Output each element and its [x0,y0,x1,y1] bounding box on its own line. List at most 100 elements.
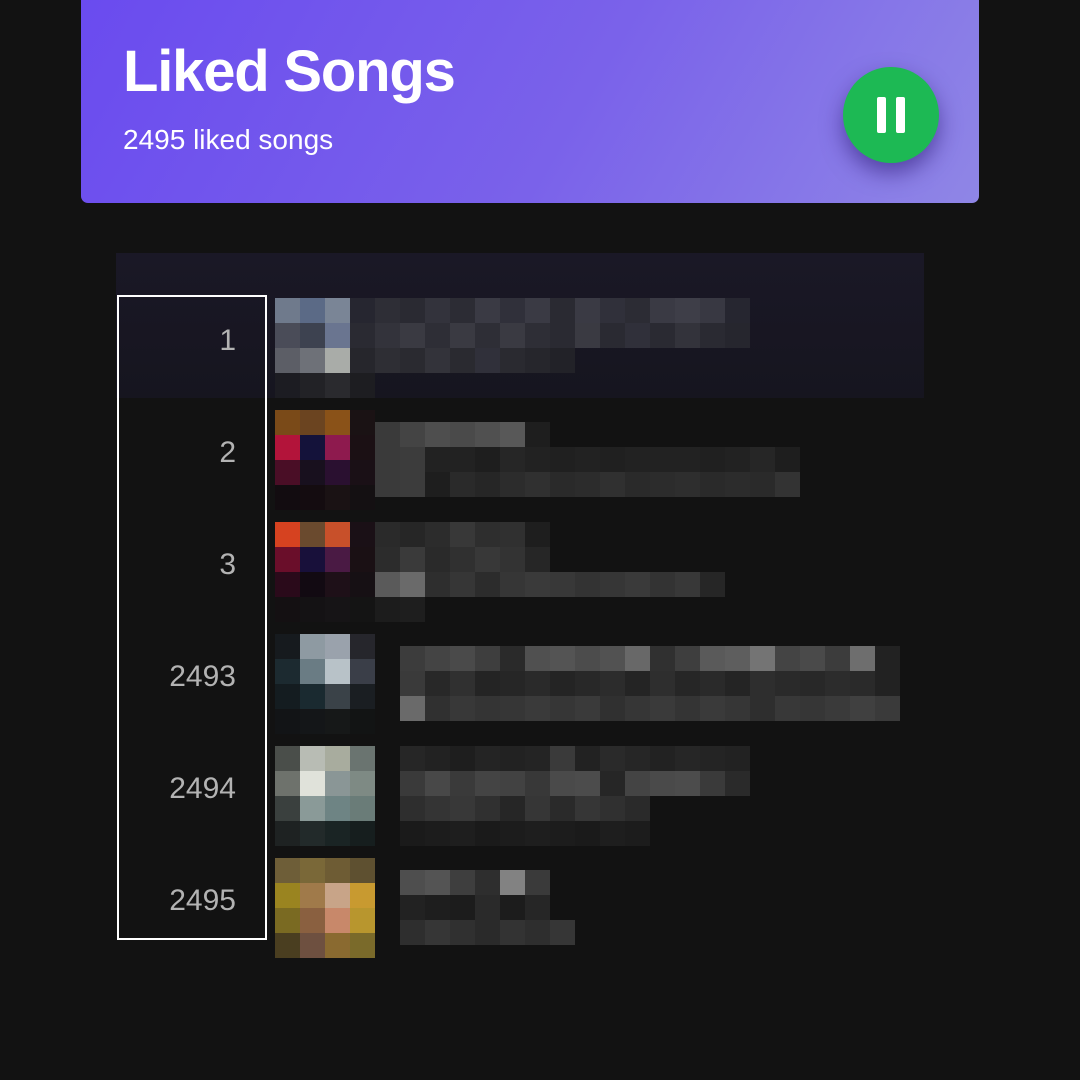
pixelated-text-block [475,547,500,572]
pixelated-text-block [575,472,600,497]
pixelated-text-block [525,646,550,671]
pixelated-text-block [475,472,500,497]
track-list: 1 2 3 2493 2494 2495 [116,253,924,958]
song-count: 2495 liked songs [123,124,334,155]
pixelated-text-block [700,646,725,671]
pixelated-text-block [425,870,450,895]
album-art-pixel [300,709,325,734]
album-art-pixel [325,684,350,709]
pixelated-text-block [400,821,425,846]
pixelated-text-block [525,821,550,846]
pixelated-text-block [525,920,550,945]
pixelated-text-block [725,671,750,696]
album-art-pixel [325,435,350,460]
pixelated-text-block [575,696,600,721]
track-row[interactable]: 3 [116,509,924,622]
pixelated-text-block [525,348,550,373]
pixelated-text-block [475,447,500,472]
album-art-pixel [275,435,300,460]
album-art [275,634,375,734]
album-art-pixel [325,858,350,883]
pixelated-text-block [550,646,575,671]
playlist-header: Liked Songs 2495 liked songs [81,0,979,203]
album-art-pixel [300,522,325,547]
pixelated-text-block [850,696,875,721]
pixelated-text-block [850,646,875,671]
track-row[interactable]: 2494 [116,733,924,846]
album-art-pixel [275,908,300,933]
track-row[interactable]: 1 [116,285,924,398]
album-art-pixel [275,709,300,734]
album-art-pixel [325,410,350,435]
album-art-pixel [300,883,325,908]
pixelated-text-block [425,920,450,945]
album-art-pixel [325,460,350,485]
album-art-pixel [325,709,350,734]
pixelated-text-block [475,895,500,920]
pixelated-text-block [600,771,625,796]
pixelated-text-block [525,298,550,323]
album-art-pixel [275,821,300,846]
pixelated-text-block [750,447,775,472]
pixelated-text-block [675,671,700,696]
pixelated-text-block [750,696,775,721]
pixelated-text-block [675,447,700,472]
pixelated-text-block [550,348,575,373]
pixelated-text-block [625,572,650,597]
pixelated-text-block [650,447,675,472]
pause-button[interactable] [843,67,939,163]
album-art-pixel [275,771,300,796]
pixelated-text-block [700,323,725,348]
pixelated-text-block [500,771,525,796]
pixelated-text-block [425,646,450,671]
pixelated-text-block [475,522,500,547]
pixelated-text-block [400,597,425,622]
album-art-pixel [350,659,375,684]
track-number: 2494 [169,772,236,805]
track-row[interactable]: 2 [116,397,924,510]
pixelated-text-block [825,671,850,696]
pixelated-text-block [600,796,625,821]
pixelated-text-block [500,447,525,472]
pixelated-text-block [525,671,550,696]
pixelated-text-block [400,671,425,696]
pixelated-text-block [500,522,525,547]
pixelated-text-block [600,572,625,597]
pixelated-text-block [600,671,625,696]
pixelated-text-block [550,323,575,348]
pixelated-text-block [675,323,700,348]
album-art [275,746,375,846]
pixelated-text-block [625,746,650,771]
pixelated-text-block [600,447,625,472]
album-art-pixel [325,771,350,796]
pixelated-text-block [400,348,425,373]
pixelated-text-block [600,746,625,771]
pixelated-text-block [425,796,450,821]
album-art-pixel [325,572,350,597]
track-row[interactable]: 2495 [116,845,924,958]
pixelated-text-block [725,323,750,348]
album-art [275,410,375,510]
pixelated-text-block [425,696,450,721]
pixelated-text-block [625,771,650,796]
pixelated-text-block [800,696,825,721]
pixelated-text-block [500,472,525,497]
pixelated-text-block [475,323,500,348]
track-number: 2493 [169,660,236,693]
pixelated-text-block [575,298,600,323]
pixelated-text-block [775,696,800,721]
pixelated-text-block [600,323,625,348]
pixelated-text-block [425,348,450,373]
track-row[interactable]: 2493 [116,621,924,734]
track-number: 2 [219,436,236,469]
album-art-pixel [275,597,300,622]
album-art-pixel [325,634,350,659]
album-art-pixel [350,435,375,460]
pixelated-text-block [500,298,525,323]
pixelated-text-block [675,746,700,771]
pixelated-text-block [375,472,400,497]
album-art-pixel [300,796,325,821]
pixelated-text-block [450,920,475,945]
pixelated-text-block [425,746,450,771]
pixelated-text-block [450,796,475,821]
